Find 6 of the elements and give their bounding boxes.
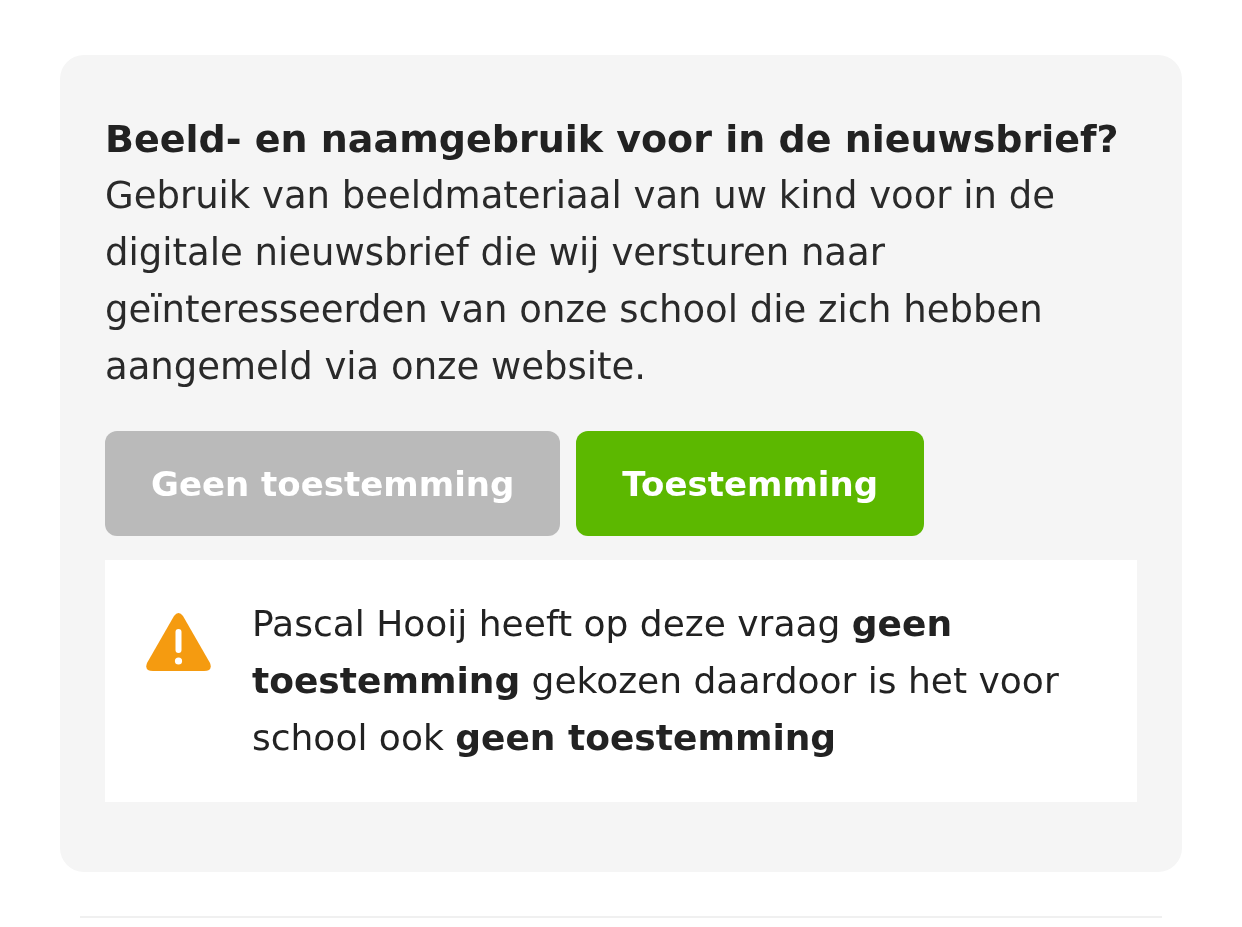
warning-icon [145, 612, 212, 672]
question-title: Beeld- en naamgebruik voor in de nieuwsbrief? [105, 116, 1120, 163]
question-description: Gebruik van beeldmateriaal van uw kind voor in de digitale nieuwsbrief die wij versturen naar geïnteresseerden van onze school die zich hebben aangemeld via onze website. [105, 173, 1057, 390]
consent-option-button[interactable]: Geen toestemming [105, 431, 561, 536]
notice-text: Pascal Hooij heeft op deze vraag geen toestemming gekozen daardoor is het voor school ook geen toestemming [252, 602, 1060, 760]
consent-option-button[interactable]: Toestemming [576, 431, 925, 536]
